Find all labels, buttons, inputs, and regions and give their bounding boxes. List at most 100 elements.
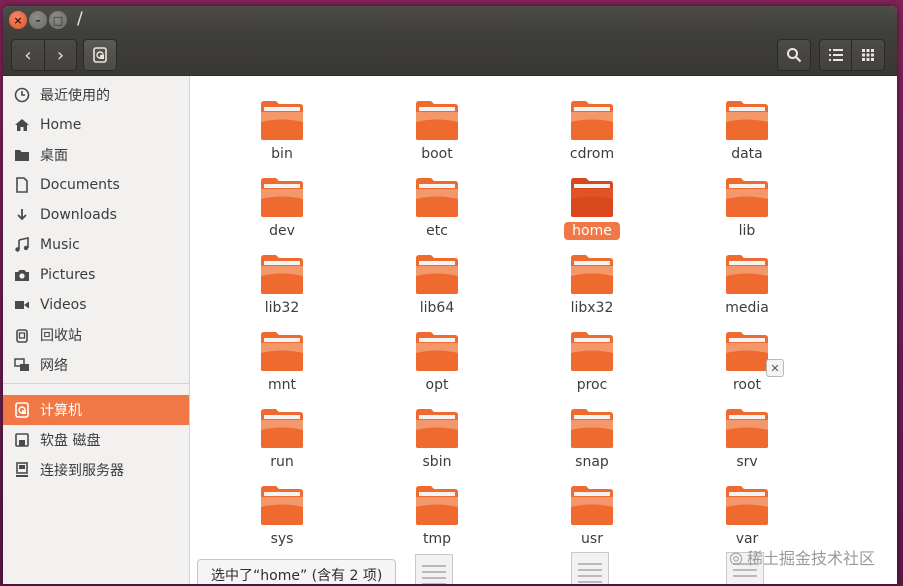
watermark: ◎ 稀土掘金技术社区: [729, 546, 875, 569]
folder-item-sbin[interactable]: sbin: [377, 396, 497, 470]
sidebar-divider: [3, 383, 189, 384]
status-bar: 选中了“home” (含有 2 项): [197, 559, 397, 584]
folder-label: libx32: [570, 300, 614, 316]
folder-label: lib: [738, 223, 756, 239]
folder-item-snap[interactable]: snap: [532, 396, 652, 470]
folder-item-etc[interactable]: etc: [377, 165, 497, 239]
sidebar-item-trash[interactable]: 回收站: [3, 320, 189, 350]
folder-item-mnt[interactable]: mnt: [222, 319, 342, 393]
sidebar: 最近使用的 Home 桌面 Documents Downloads Music …: [3, 76, 190, 584]
folder-label: data: [731, 146, 763, 162]
forward-button[interactable]: ›: [43, 40, 76, 70]
sidebar-item-music[interactable]: Music: [3, 230, 189, 260]
sidebar-item-label: Pictures: [40, 267, 96, 283]
folder-item-cdrom[interactable]: cdrom: [532, 88, 652, 162]
folder-item-run[interactable]: run: [222, 396, 342, 470]
folder-item-bin[interactable]: bin: [222, 88, 342, 162]
computer-icon: [13, 401, 31, 419]
folder-label: lib32: [264, 300, 300, 316]
floppy-icon: [13, 431, 31, 449]
computer-icon: [93, 47, 107, 63]
folder-icon: [726, 101, 768, 140]
list-view-button[interactable]: [819, 39, 852, 71]
toolbar: ‹ ›: [3, 34, 897, 76]
video-icon: [13, 296, 31, 314]
sidebar-item-label: 桌面: [40, 148, 68, 164]
folder-item-data[interactable]: data: [687, 88, 807, 162]
sidebar-item-label: Music: [40, 237, 80, 253]
window-title: /: [77, 9, 83, 29]
folder-item-var[interactable]: var: [687, 473, 807, 547]
camera-icon: [13, 266, 31, 284]
folder-icon: [416, 332, 458, 371]
locked-emblem-icon: ✕: [766, 359, 784, 377]
sidebar-item-computer[interactable]: 计算机: [3, 395, 189, 425]
sidebar-item-label: 最近使用的: [40, 88, 110, 104]
watermark-logo-icon: ◎: [729, 547, 743, 567]
folder-icon: [416, 409, 458, 448]
folder-label: cdrom: [569, 146, 615, 162]
folder-item-opt[interactable]: opt: [377, 319, 497, 393]
folder-label: boot: [421, 146, 453, 162]
sidebar-item-label: Documents: [40, 177, 120, 193]
file-document-icon[interactable]: [571, 552, 609, 584]
folder-item-home[interactable]: home: [532, 165, 652, 240]
folder-item-libx32[interactable]: libx32: [532, 242, 652, 316]
folder-label: proc: [576, 377, 608, 393]
folder-icon: [571, 332, 613, 371]
sidebar-item-network[interactable]: 网络: [3, 350, 189, 380]
desktop-folder-icon: [13, 146, 31, 164]
sidebar-item-floppy[interactable]: 软盘 磁盘: [3, 425, 189, 455]
folder-label: run: [270, 454, 294, 470]
sidebar-item-desktop[interactable]: 桌面: [3, 140, 189, 170]
sidebar-item-videos[interactable]: Videos: [3, 290, 189, 320]
folder-item-lib64[interactable]: lib64: [377, 242, 497, 316]
folder-label: dev: [269, 223, 295, 239]
close-icon: ×: [13, 13, 23, 27]
sidebar-item-recent[interactable]: 最近使用的: [3, 80, 189, 110]
sidebar-item-connect-server[interactable]: 连接到服务器: [3, 455, 189, 485]
folder-item-proc[interactable]: proc: [532, 319, 652, 393]
search-button[interactable]: [777, 39, 811, 71]
sidebar-item-home[interactable]: Home: [3, 110, 189, 140]
folder-item-srv[interactable]: srv: [687, 396, 807, 470]
folder-item-usr[interactable]: usr: [532, 473, 652, 547]
sidebar-item-label: 软盘 磁盘: [40, 433, 101, 449]
sidebar-item-label: Home: [40, 117, 82, 133]
folder-item-dev[interactable]: dev: [222, 165, 342, 239]
maximize-window-button[interactable]: □: [49, 11, 67, 29]
folder-label: sbin: [422, 454, 452, 470]
forward-arrow-icon: ›: [56, 44, 65, 66]
music-icon: [13, 236, 31, 254]
folder-item-boot[interactable]: boot: [377, 88, 497, 162]
folder-icon: [261, 486, 303, 525]
folder-icon: [571, 486, 613, 525]
location-computer-button[interactable]: [83, 39, 117, 71]
folder-item-lib32[interactable]: lib32: [222, 242, 342, 316]
grid-view-button[interactable]: [852, 39, 885, 71]
sidebar-item-label: 网络: [40, 358, 68, 374]
sidebar-item-downloads[interactable]: Downloads: [3, 200, 189, 230]
folder-label: lib64: [419, 300, 455, 316]
folder-item-sys[interactable]: sys: [222, 473, 342, 547]
back-button[interactable]: ‹: [12, 40, 44, 70]
folder-item-root[interactable]: ✕ root: [687, 319, 807, 393]
sidebar-item-label: Videos: [40, 297, 87, 313]
trash-icon: [13, 326, 31, 344]
folder-item-tmp[interactable]: tmp: [377, 473, 497, 547]
home-icon: [13, 116, 31, 134]
file-document-icon[interactable]: [415, 554, 453, 584]
sidebar-item-pictures[interactable]: Pictures: [3, 260, 189, 290]
folder-label: snap: [575, 454, 609, 470]
folder-label: etc: [426, 223, 448, 239]
minimize-window-button[interactable]: –: [29, 11, 47, 29]
maximize-icon: □: [52, 13, 64, 27]
sidebar-item-label: 回收站: [40, 328, 82, 344]
folder-icon: [261, 101, 303, 140]
folder-item-lib[interactable]: lib: [687, 165, 807, 239]
sidebar-item-documents[interactable]: Documents: [3, 170, 189, 200]
folder-icon: [726, 178, 768, 217]
folder-icon: [726, 255, 768, 294]
folder-item-media[interactable]: media: [687, 242, 807, 316]
close-window-button[interactable]: ×: [9, 11, 27, 29]
